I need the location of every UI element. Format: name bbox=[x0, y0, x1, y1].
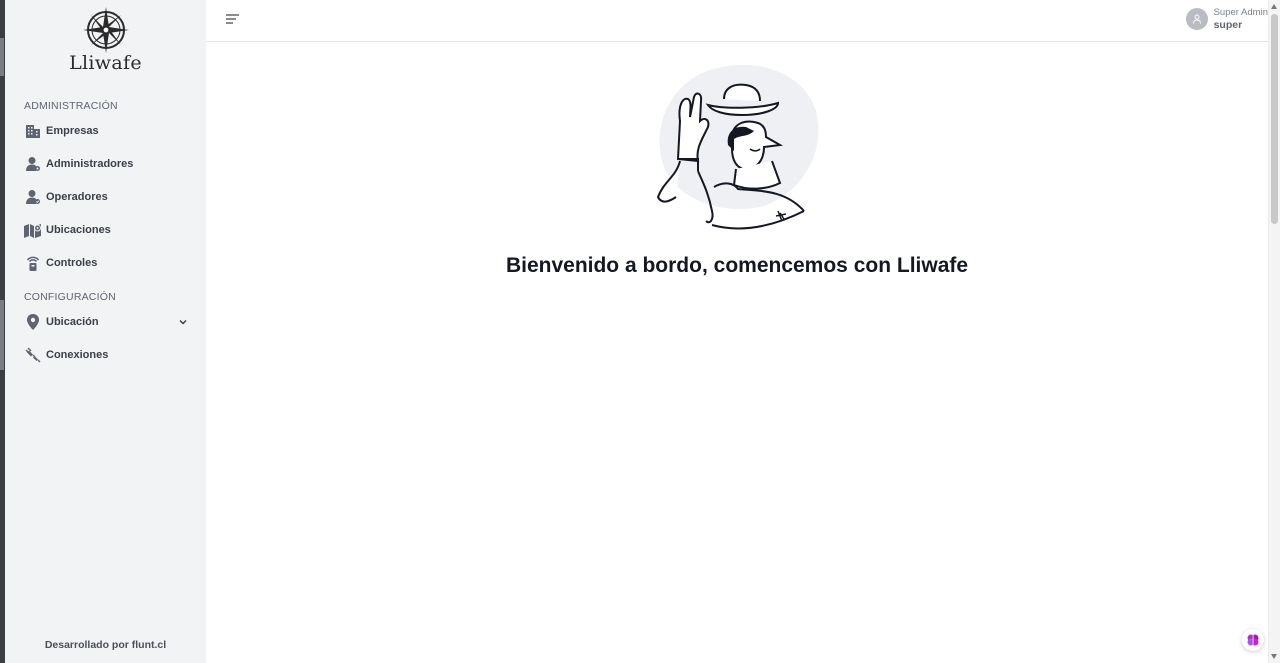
sidebar-item-conexiones[interactable]: Conexiones bbox=[24, 342, 189, 368]
avatar[interactable] bbox=[1185, 8, 1208, 30]
main-content: Bienvenido a bordo, comencemos con Lliwa… bbox=[206, 43, 1268, 663]
sidebar-item-label: Empresas bbox=[46, 125, 99, 137]
compass-logo-icon bbox=[82, 7, 129, 53]
top-bar: Super Admin super bbox=[206, 0, 1268, 42]
brand-logo[interactable]: Lliwafe bbox=[5, 6, 206, 74]
welcome-illustration bbox=[656, 64, 819, 230]
page-scrollbar[interactable] bbox=[1268, 0, 1280, 663]
brain-icon bbox=[1247, 634, 1259, 646]
sidebar: Lliwafe ADMINISTRACIÓN Empresas Administ… bbox=[5, 0, 206, 663]
sidebar-item-ubicaciones[interactable]: Ubicaciones bbox=[24, 217, 189, 243]
sidebar-item-empresas[interactable]: Empresas bbox=[24, 118, 189, 144]
plug-icon bbox=[24, 347, 41, 364]
sidebar-item-label: Controles bbox=[46, 257, 98, 269]
menu-icon bbox=[226, 14, 239, 24]
map-pin-icon bbox=[24, 314, 41, 331]
sidebar-item-administradores[interactable]: Administradores bbox=[24, 151, 189, 177]
sidebar-item-ubicacion[interactable]: Ubicación bbox=[24, 309, 189, 335]
sidebar-item-operadores[interactable]: Operadores bbox=[24, 184, 189, 210]
sidebar-item-label: Operadores bbox=[46, 191, 108, 203]
sidebar-footer: Desarrollado por flunt.cl bbox=[44, 639, 167, 651]
sidebar-item-label: Administradores bbox=[46, 158, 134, 170]
sidebar-item-label: Ubicaciones bbox=[46, 224, 111, 236]
map-icon bbox=[24, 222, 41, 239]
floating-widget-button[interactable] bbox=[1242, 629, 1264, 651]
user-operator-icon bbox=[24, 189, 41, 206]
section-title-administracion: ADMINISTRACIÓN bbox=[24, 100, 118, 112]
menu-toggle-button[interactable] bbox=[226, 12, 242, 26]
user-role: Super Admin bbox=[1213, 7, 1268, 18]
user-icon bbox=[1192, 14, 1201, 24]
user-name: super bbox=[1213, 19, 1243, 31]
sidebar-item-controles[interactable]: Controles bbox=[24, 250, 189, 276]
section-title-configuracion: CONFIGURACIÓN bbox=[24, 291, 116, 303]
remote-control-icon bbox=[24, 255, 41, 272]
sidebar-item-label: Conexiones bbox=[46, 349, 109, 361]
scroll-thumb[interactable] bbox=[1271, 14, 1278, 224]
user-menu[interactable]: Super Admin super bbox=[1185, 6, 1268, 32]
brand-name: Lliwafe bbox=[69, 52, 142, 74]
scroll-down-arrow-icon[interactable] bbox=[1271, 654, 1277, 659]
sidebar-item-label: Ubicación bbox=[46, 316, 99, 328]
user-admin-icon bbox=[24, 156, 41, 173]
building-icon bbox=[24, 123, 41, 140]
welcome-heading: Bienvenido a bordo, comencemos con Lliwa… bbox=[505, 254, 969, 277]
chevron-down-icon[interactable] bbox=[177, 316, 189, 328]
scroll-up-arrow-icon[interactable] bbox=[1271, 4, 1277, 9]
